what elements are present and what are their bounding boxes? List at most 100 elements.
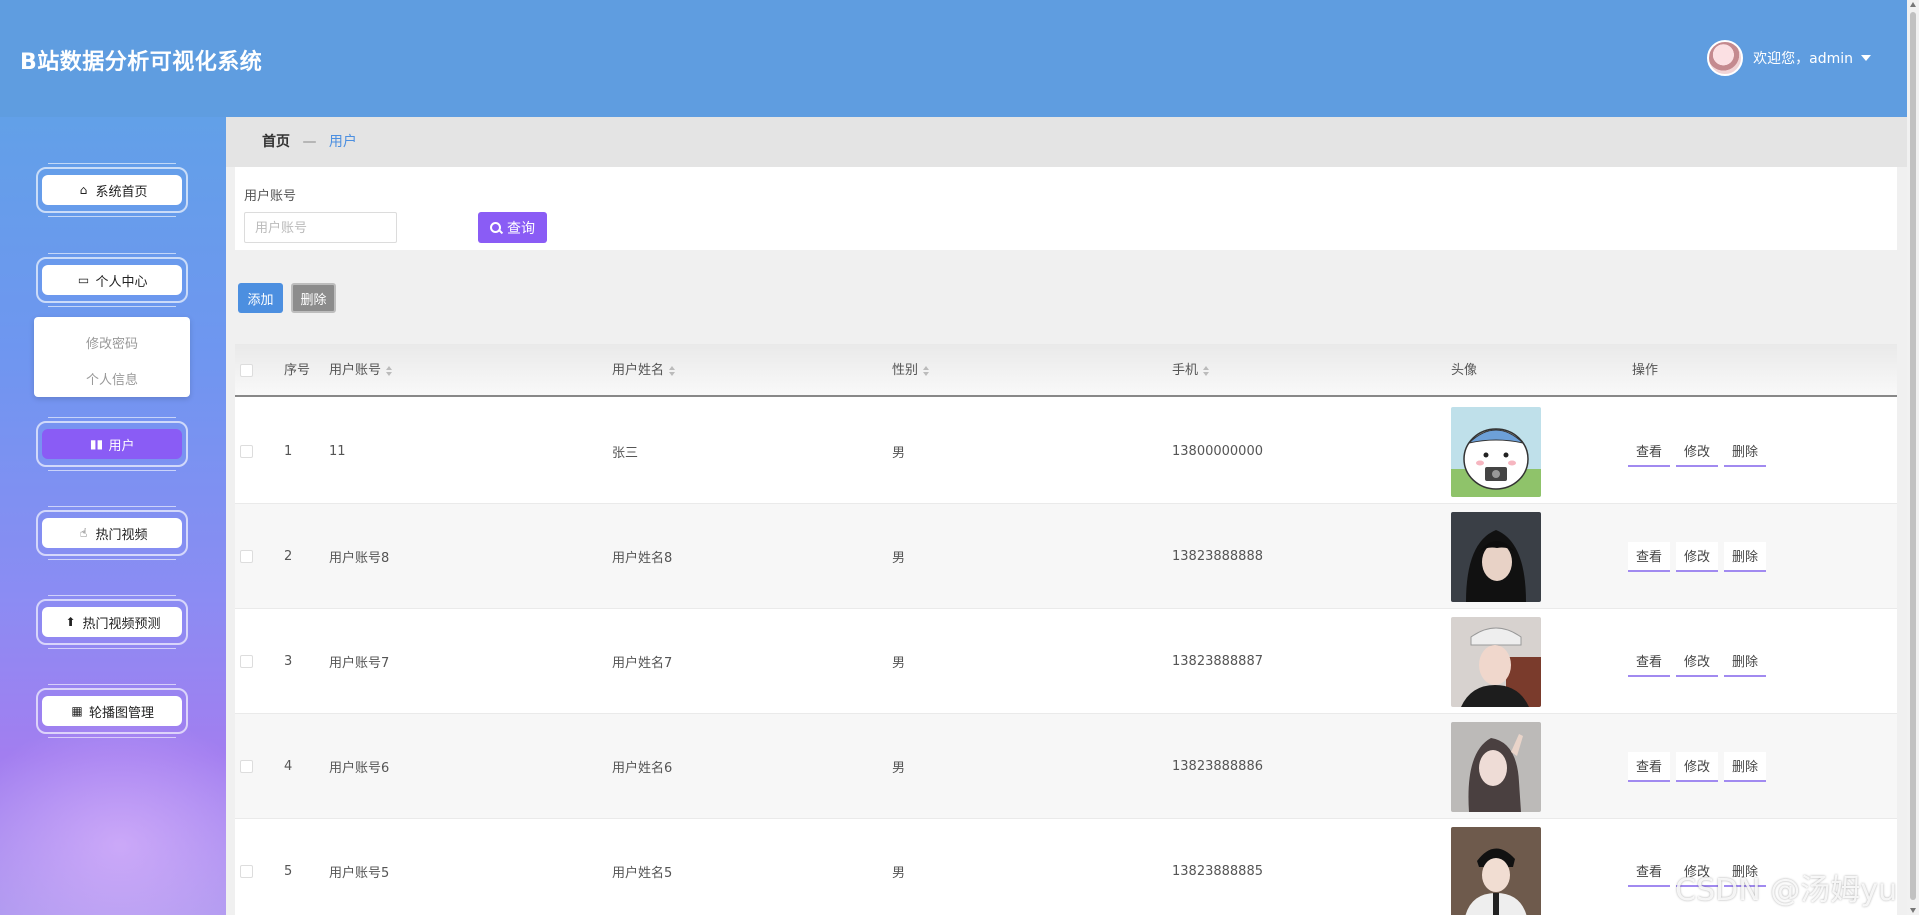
main-content: 首页 — 用户 用户账号 查询 添加 删除 序号 用户账号 用户姓名 性别 手机… xyxy=(226,117,1907,915)
cell-name: 用户姓名7 xyxy=(612,656,673,671)
top-header: B站数据分析可视化系统 欢迎您，admin xyxy=(0,0,1907,117)
cell-index: 1 xyxy=(284,444,293,459)
column-header-phone[interactable]: 手机 xyxy=(1172,344,1210,397)
cell-account: 用户账号7 xyxy=(329,656,390,671)
sidebar-item-profile-center[interactable]: ▭ 个人中心 xyxy=(36,253,188,307)
sidebar-item-label: 热门视频预测 xyxy=(82,616,161,632)
cell-phone: 13800000000 xyxy=(1172,444,1263,459)
chevron-down-icon[interactable] xyxy=(1861,55,1871,61)
sidebar-item-label: 个人中心 xyxy=(95,274,148,290)
sidebar-item-home[interactable]: ⌂ 系统首页 xyxy=(36,163,188,217)
video-icon: ☝ xyxy=(79,526,88,540)
row-checkbox[interactable] xyxy=(240,655,253,668)
submenu-change-password[interactable]: 修改密码 xyxy=(34,327,190,363)
cell-name: 用户姓名6 xyxy=(612,761,673,776)
cell-account: 用户账号6 xyxy=(329,761,390,776)
table-row: 5 用户账号5 用户姓名5 男 13823888885 查看 修改 删除 xyxy=(235,819,1897,915)
sidebar-item-label: 轮播图管理 xyxy=(88,705,154,721)
sidebar-item-users[interactable]: ▮▮ 用户 xyxy=(36,417,188,471)
column-header-index: 序号 xyxy=(284,363,311,378)
row-checkbox[interactable] xyxy=(240,445,253,458)
edit-button[interactable]: 修改 xyxy=(1676,646,1719,677)
sort-icon[interactable] xyxy=(923,365,930,377)
view-button[interactable]: 查看 xyxy=(1628,541,1671,572)
avatar[interactable] xyxy=(1707,40,1744,76)
delete-row-button[interactable]: 删除 xyxy=(1724,541,1767,572)
cell-name: 用户姓名5 xyxy=(612,866,673,881)
sidebar-item-carousel[interactable]: ▦ 轮播图管理 xyxy=(36,684,188,738)
cell-index: 3 xyxy=(284,654,293,669)
cell-account: 用户账号8 xyxy=(329,551,390,566)
table-row: 1 11 张三 男 13800000000 查看 修改 删除 xyxy=(235,399,1897,504)
search-label: 用户账号 xyxy=(244,189,297,204)
row-checkbox[interactable] xyxy=(240,760,253,773)
breadcrumb-separator: — xyxy=(302,134,317,150)
home-icon: ⌂ xyxy=(79,183,88,197)
sort-icon[interactable] xyxy=(1203,365,1210,377)
delete-button[interactable]: 删除 xyxy=(291,283,336,313)
sidebar-item-hot-video-prediction[interactable]: ⬆ 热门视频预测 xyxy=(36,595,188,649)
edit-button[interactable]: 修改 xyxy=(1676,541,1719,572)
delete-row-button[interactable]: 删除 xyxy=(1724,436,1767,467)
view-button[interactable]: 查看 xyxy=(1628,646,1671,677)
add-button[interactable]: 添加 xyxy=(238,283,283,313)
breadcrumb-home[interactable]: 首页 xyxy=(262,134,290,150)
table-header: 序号 用户账号 用户姓名 性别 手机 头像 操作 xyxy=(235,344,1897,397)
delete-row-button[interactable]: 删除 xyxy=(1724,646,1767,677)
user-avatar-image[interactable] xyxy=(1451,406,1541,497)
view-button[interactable]: 查看 xyxy=(1628,856,1671,887)
row-actions: 查看 修改 删除 xyxy=(1628,714,1772,819)
scroll-up-icon[interactable] xyxy=(1910,2,1916,7)
scrollbar-thumb[interactable] xyxy=(1910,12,1916,900)
card-icon: ▭ xyxy=(77,273,90,287)
user-menu[interactable]: 欢迎您，admin xyxy=(1707,40,1871,76)
select-all-checkbox[interactable] xyxy=(240,364,253,377)
user-avatar-image[interactable] xyxy=(1451,616,1541,707)
welcome-text: 欢迎您，admin xyxy=(1753,51,1853,67)
column-header-account[interactable]: 用户账号 xyxy=(329,344,393,397)
column-header-avatar: 头像 xyxy=(1451,363,1478,378)
row-actions: 查看 修改 删除 xyxy=(1628,609,1772,714)
cell-phone: 13823888885 xyxy=(1172,864,1263,879)
cell-gender: 男 xyxy=(892,446,906,461)
watermark: CSDN @汤姆yu xyxy=(1675,873,1897,908)
row-checkbox[interactable] xyxy=(240,865,253,878)
cell-name: 张三 xyxy=(612,446,639,461)
user-avatar-image[interactable] xyxy=(1451,721,1541,812)
table-row: 4 用户账号6 用户姓名6 男 13823888886 查看 修改 删除 xyxy=(235,714,1897,819)
app-title: B站数据分析可视化系统 xyxy=(20,50,263,75)
cell-index: 2 xyxy=(284,549,293,564)
vertical-scrollbar[interactable] xyxy=(1907,0,1919,915)
cell-gender: 男 xyxy=(892,551,906,566)
cell-phone: 13823888887 xyxy=(1172,654,1263,669)
cell-gender: 男 xyxy=(892,761,906,776)
search-button[interactable]: 查询 xyxy=(478,212,547,243)
search-icon xyxy=(490,222,501,233)
user-avatar-image[interactable] xyxy=(1451,511,1541,602)
cell-account: 11 xyxy=(329,444,346,459)
sidebar-item-hot-videos[interactable]: ☝ 热门视频 xyxy=(36,506,188,560)
book-icon: ▮▮ xyxy=(89,437,104,451)
sort-icon[interactable] xyxy=(386,365,393,377)
scroll-down-icon[interactable] xyxy=(1910,908,1916,913)
row-checkbox[interactable] xyxy=(240,550,253,563)
row-actions: 查看 修改 删除 xyxy=(1628,399,1772,504)
sort-icon[interactable] xyxy=(669,365,676,377)
cell-gender: 男 xyxy=(892,656,906,671)
cell-phone: 13823888888 xyxy=(1172,549,1263,564)
row-actions: 查看 修改 删除 xyxy=(1628,504,1772,609)
column-header-name[interactable]: 用户姓名 xyxy=(612,344,676,397)
submenu-personal-info[interactable]: 个人信息 xyxy=(34,363,190,399)
view-button[interactable]: 查看 xyxy=(1628,436,1671,467)
view-button[interactable]: 查看 xyxy=(1628,751,1671,782)
sidebar: ⌂ 系统首页 ▭ 个人中心 ▮▮ 用户 ☝ 热门视频 ⬆ 热门视频预测 ▦ 轮播… xyxy=(0,117,226,915)
grid-icon: ▦ xyxy=(71,704,83,718)
cell-name: 用户姓名8 xyxy=(612,551,673,566)
column-header-gender[interactable]: 性别 xyxy=(892,344,930,397)
cell-index: 5 xyxy=(284,864,293,879)
search-input[interactable] xyxy=(244,212,397,243)
user-avatar-image[interactable] xyxy=(1451,826,1541,915)
edit-button[interactable]: 修改 xyxy=(1676,751,1719,782)
delete-row-button[interactable]: 删除 xyxy=(1724,751,1767,782)
edit-button[interactable]: 修改 xyxy=(1676,436,1719,467)
